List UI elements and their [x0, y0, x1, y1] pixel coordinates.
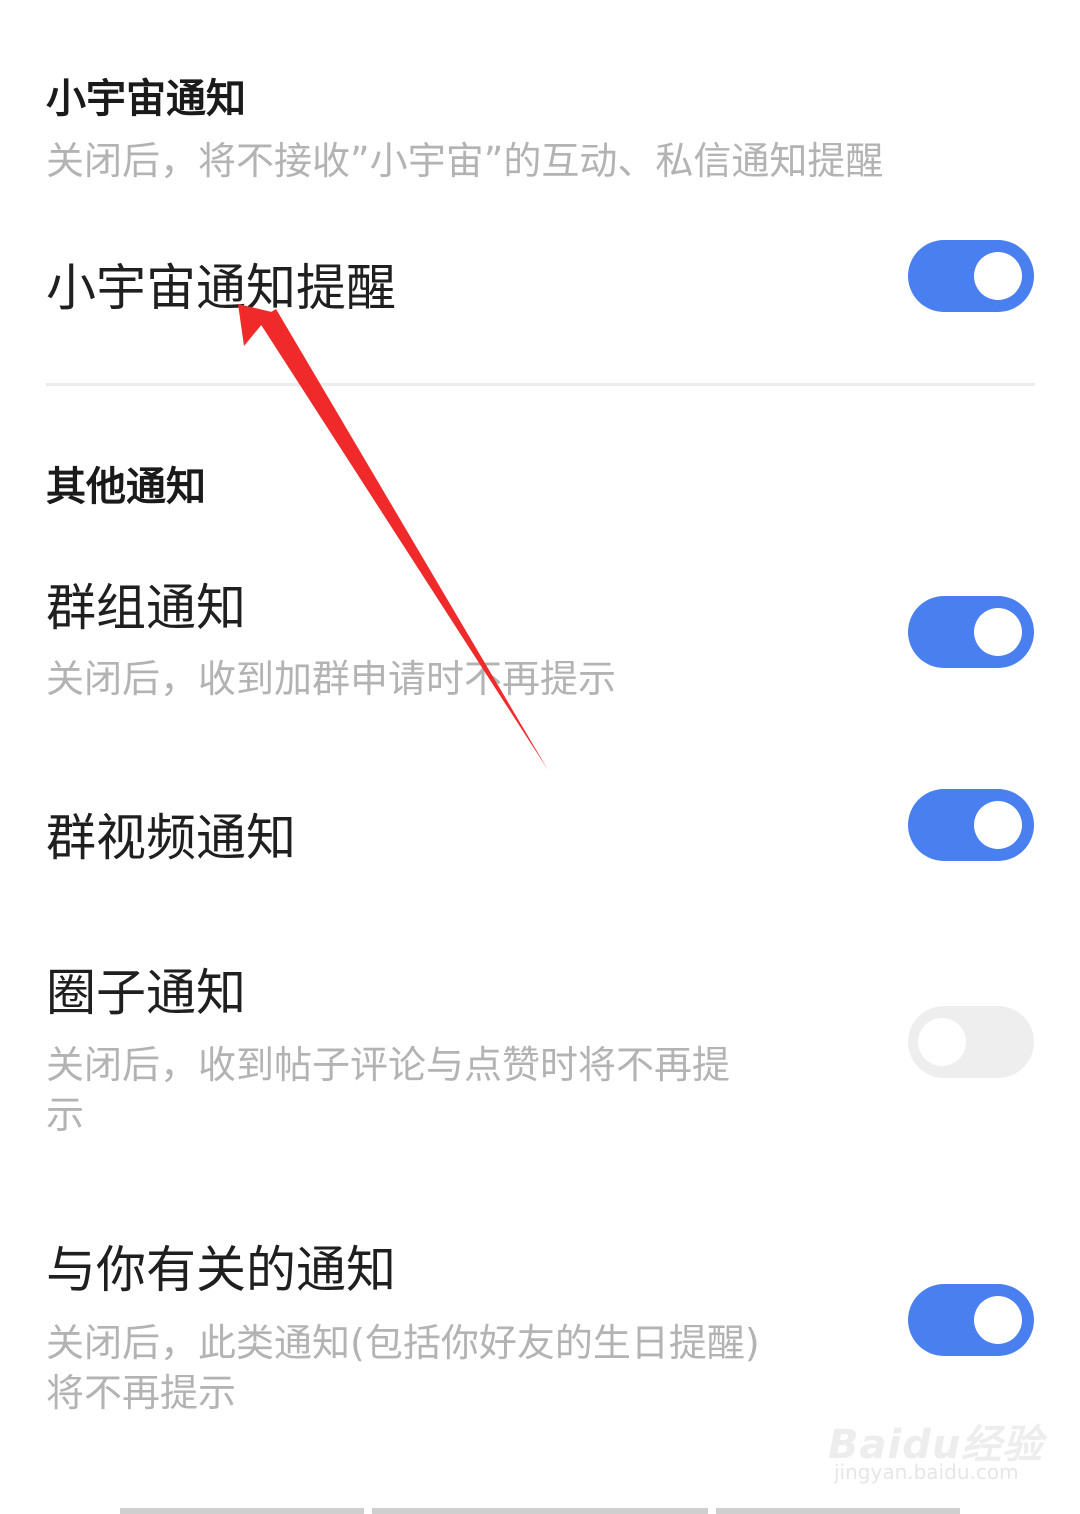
setting-label-circle: 圈子通知: [46, 964, 246, 1022]
bottom-bar-segment: [372, 1508, 708, 1514]
setting-desc-related: 关闭后，此类通知(包括你好友的生日提醒)将不再提示: [46, 1321, 760, 1415]
toggle-knob: [974, 252, 1022, 300]
toggle-xiaoyuzhou-reminder[interactable]: [908, 240, 1034, 312]
setting-desc-circle: 关闭后，收到帖子评论与点赞时将不再提示: [46, 1043, 731, 1137]
toggle-knob: [974, 1296, 1022, 1344]
toggle-circle[interactable]: [908, 1006, 1034, 1078]
bottom-bar-segment: [716, 1508, 960, 1514]
toggle-group[interactable]: [908, 596, 1034, 668]
toggle-group-video[interactable]: [908, 789, 1034, 861]
setting-label-related: 与你有关的通知: [46, 1241, 396, 1299]
setting-desc-group: 关闭后，收到加群申请时不再提示: [46, 657, 617, 701]
setting-label-group: 群组通知: [46, 579, 246, 637]
section-desc-xiaoyuzhou: 关闭后，将不接收”小宇宙”的互动、私信通知提醒: [46, 139, 884, 183]
toggle-knob: [974, 608, 1022, 656]
toggle-knob: [918, 1018, 966, 1066]
bottom-bar-segment: [120, 1508, 364, 1514]
setting-label-xiaoyuzhou-reminder: 小宇宙通知提醒: [46, 259, 396, 317]
section-title-xiaoyuzhou: 小宇宙通知: [46, 76, 246, 122]
section-divider: [46, 383, 1035, 386]
toggle-related[interactable]: [908, 1284, 1034, 1356]
setting-label-group-video: 群视频通知: [46, 809, 296, 867]
section-title-other: 其他通知: [46, 464, 206, 510]
toggle-knob: [974, 801, 1022, 849]
baidu-watermark: Baidu经验 jingyan.baidu.com: [828, 1398, 1042, 1492]
watermark-url: jingyan.baidu.com: [834, 1460, 1019, 1484]
